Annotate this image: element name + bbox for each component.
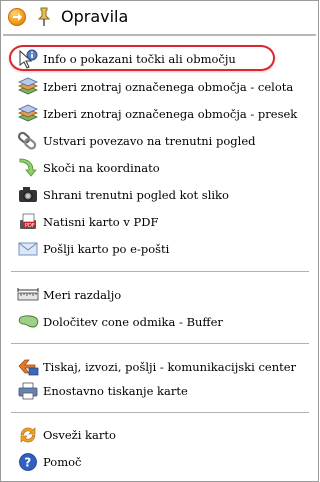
menu-item-label: Tiskaj, izvozi, pošlji - komunikacijski … bbox=[43, 360, 297, 374]
help-icon: ? bbox=[17, 452, 39, 472]
tasks-panel: Opravila Info o pokazani točki ali območ… bbox=[0, 0, 319, 482]
pushpin-icon[interactable] bbox=[36, 7, 52, 31]
menu-item-label: Natisni karto v PDF bbox=[43, 215, 159, 229]
menu-item-label: Pomoč bbox=[43, 455, 82, 469]
forward-arrow-icon[interactable] bbox=[8, 8, 26, 26]
section-divider bbox=[11, 343, 309, 344]
menu-item-send-email[interactable]: Pošlji karto po e-pošti bbox=[17, 238, 307, 260]
svg-text:?: ? bbox=[24, 456, 31, 470]
header-divider bbox=[3, 34, 316, 36]
menu-item-label: Enostavno tiskanje karte bbox=[43, 384, 188, 398]
menu-item-select-whole[interactable]: Izberi znotraj označenega območja - celo… bbox=[17, 76, 307, 98]
menu-item-buffer-zone[interactable]: Določitev cone odmika - Buffer bbox=[17, 311, 307, 333]
menu-item-label: Meri razdaljo bbox=[43, 288, 122, 302]
panel-header: Opravila bbox=[1, 1, 318, 34]
menu-item-label: Izberi znotraj označenega območja - pres… bbox=[43, 107, 298, 121]
printer-icon bbox=[17, 381, 39, 401]
camera-icon bbox=[17, 185, 39, 205]
menu-item-communication-center[interactable]: Tiskaj, izvozi, pošlji - komunikacijski … bbox=[17, 356, 307, 378]
envelope-icon bbox=[17, 239, 39, 259]
buffer-zone-icon bbox=[17, 312, 39, 332]
pdf-printer-icon: PDF bbox=[17, 212, 39, 232]
menu-item-refresh-map[interactable]: Osveži karto bbox=[17, 424, 307, 446]
menu-item-create-link[interactable]: Ustvari povezavo na trenutni pogled bbox=[17, 130, 307, 152]
svg-text:PDF: PDF bbox=[25, 223, 35, 229]
layers-select-icon bbox=[17, 77, 39, 97]
menu-item-simple-print[interactable]: Enostavno tiskanje karte bbox=[17, 380, 307, 402]
menu-item-label: Ustvari povezavo na trenutni pogled bbox=[43, 134, 256, 148]
refresh-icon bbox=[17, 425, 39, 445]
menu-item-label: Shrani trenutni pogled kot sliko bbox=[43, 188, 229, 202]
section-divider bbox=[11, 412, 309, 413]
menu-item-label: Info o pokazani točki ali območju bbox=[43, 52, 236, 66]
menu-item-label: Določitev cone odmika - Buffer bbox=[43, 315, 223, 329]
jump-arrow-icon bbox=[17, 158, 39, 178]
menu-item-help[interactable]: ? Pomoč bbox=[17, 451, 307, 473]
panel-title: Opravila bbox=[61, 7, 129, 26]
menu-item-label: Skoči na koordinato bbox=[43, 161, 160, 175]
menu-item-label: Izberi znotraj označenega območja - celo… bbox=[43, 80, 294, 94]
menu-item-save-view-image[interactable]: Shrani trenutni pogled kot sliko bbox=[17, 184, 307, 206]
chain-link-icon bbox=[17, 131, 39, 151]
section-divider bbox=[11, 271, 309, 272]
menu-item-print-pdf[interactable]: PDF Natisni karto v PDF bbox=[17, 211, 307, 233]
print-export-icon bbox=[17, 357, 39, 377]
layers-intersect-icon bbox=[17, 104, 39, 124]
info-cursor-icon bbox=[17, 49, 39, 69]
menu-item-jump-to-coordinate[interactable]: Skoči na koordinato bbox=[17, 157, 307, 179]
menu-item-info-point-area[interactable]: Info o pokazani točki ali območju bbox=[17, 48, 307, 70]
menu-item-select-intersect[interactable]: Izberi znotraj označenega območja - pres… bbox=[17, 103, 307, 125]
menu-item-measure-distance[interactable]: Meri razdaljo bbox=[17, 284, 307, 306]
menu-item-label: Pošlji karto po e-pošti bbox=[43, 242, 170, 256]
menu-item-label: Osveži karto bbox=[43, 428, 116, 442]
ruler-icon bbox=[17, 285, 39, 305]
